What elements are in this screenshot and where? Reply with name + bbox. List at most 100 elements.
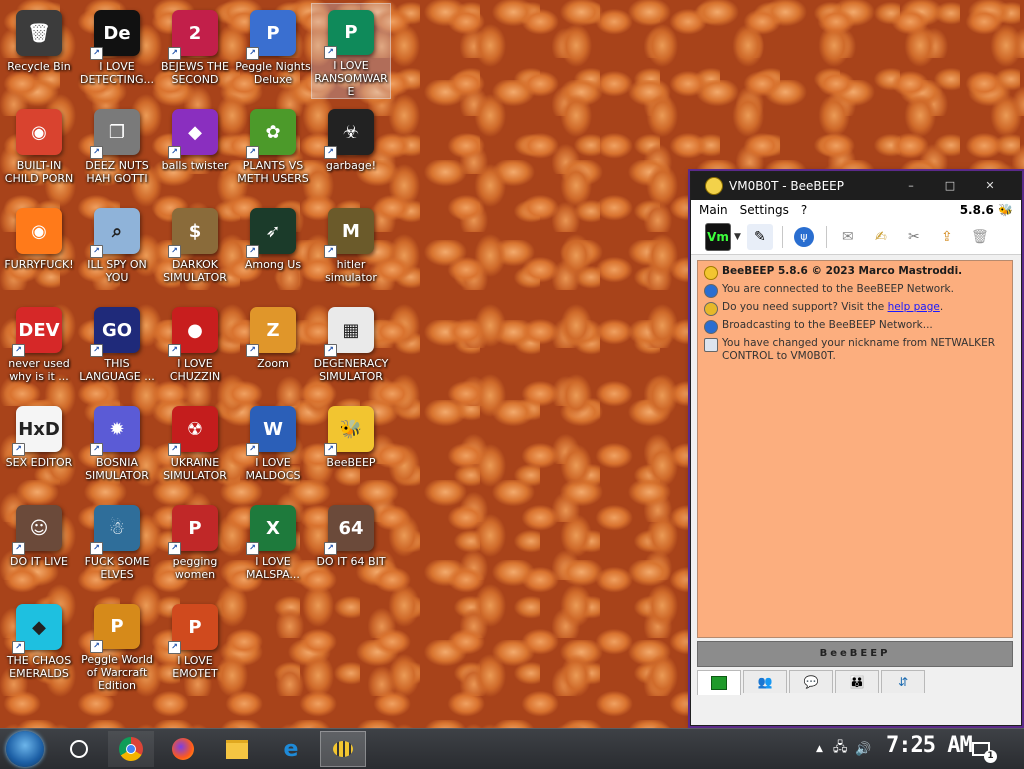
desktop-icon[interactable]: $ ↗ DARKOK SIMULATOR xyxy=(156,202,234,296)
shortcut-arrow-icon: ↗ xyxy=(12,542,25,555)
app-icon: Z ↗ xyxy=(246,307,296,357)
taskbar-chrome[interactable] xyxy=(108,731,154,767)
desktop-icon[interactable]: ☃ ↗ FUCK SOME ELVES xyxy=(78,499,156,593)
minimize-button[interactable]: – xyxy=(896,178,926,194)
tab-groups[interactable]: 👪 xyxy=(835,670,879,693)
desktop-icon-label: I LOVE DETECTING... xyxy=(80,60,154,86)
desktop-icon[interactable]: M ↗ hitler simulator xyxy=(312,202,390,296)
desktop-icon[interactable]: P ↗ I LOVE EMOTET xyxy=(156,598,234,692)
compose-icon[interactable]: ✍ xyxy=(868,224,894,250)
desktop-icon[interactable]: ➶ ↗ Among Us xyxy=(234,202,312,296)
desktop-icon[interactable]: HxD ↗ SEX EDITOR xyxy=(0,400,78,494)
desktop-icon[interactable]: ◉ FURRYFUCK! xyxy=(0,202,78,296)
desktop-icon[interactable]: GO ↗ THIS LANGUAGE ... xyxy=(78,301,156,395)
desktop-icon[interactable]: 🐝 ↗ BeeBEEP xyxy=(312,400,390,494)
desktop-icon[interactable]: 64 ↗ DO IT 64 BIT xyxy=(312,499,390,593)
tab-files[interactable]: ⇵ xyxy=(881,670,925,693)
desktop-icon[interactable]: DEV ↗ never used why is it ... xyxy=(0,301,78,395)
message-text: You are connected to the BeeBEEP Network… xyxy=(722,283,954,295)
notification-count: 1 xyxy=(984,750,997,763)
desktop-icon[interactable]: ● ↗ I LOVE CHUZZIN xyxy=(156,301,234,395)
trash-icon[interactable]: 🗑 xyxy=(967,224,993,250)
app-icon: DEV ↗ xyxy=(12,307,62,357)
desktop-icon[interactable]: ◆ ↗ balls twister xyxy=(156,103,234,197)
broadcast-icon xyxy=(704,320,718,334)
chevron-down-icon[interactable]: ▼ xyxy=(734,232,741,242)
window-title: VM0B0T - BeeBEEP xyxy=(729,179,844,193)
shortcut-arrow-icon: ↗ xyxy=(324,542,337,555)
messages-icon: 💬 xyxy=(803,675,819,689)
tab-chat[interactable] xyxy=(697,670,741,695)
desktop-icon[interactable]: De ↗ I LOVE DETECTING... xyxy=(78,4,156,98)
desktop-icon[interactable]: ✿ ↗ PLANTS VS METH USERS xyxy=(234,103,312,197)
desktop-icon[interactable]: ☣ ↗ garbage! xyxy=(312,103,390,197)
taskbar-edge[interactable]: e xyxy=(268,731,314,767)
app-icon: HxD ↗ xyxy=(12,406,62,456)
chat-message: Do you need support? Visit the help page… xyxy=(704,301,1008,316)
desktop-icon[interactable]: 🗑 Recycle Bin xyxy=(0,4,78,98)
app-icon: ◉ xyxy=(16,208,62,254)
volume-icon[interactable]: 🔊 xyxy=(855,742,871,757)
menu-help[interactable]: ? xyxy=(801,203,807,217)
share-icon[interactable]: ⇪ xyxy=(934,224,960,250)
taskbar-beebeep[interactable] xyxy=(320,731,366,767)
taskbar-firefox[interactable] xyxy=(160,731,206,767)
tab-users[interactable]: 👥 xyxy=(743,670,787,693)
desktop-icon[interactable]: P ↗ Peggle Nights Deluxe xyxy=(234,4,312,98)
desktop-icon[interactable]: 2 ↗ BEJEWS THE SECOND xyxy=(156,4,234,98)
tab-messages[interactable]: 💬 xyxy=(789,670,833,693)
window-titlebar[interactable]: VM0B0T - BeeBEEP – □ ✕ xyxy=(691,172,1021,200)
start-button[interactable] xyxy=(6,731,44,767)
app-icon: P ↗ xyxy=(324,10,374,59)
desktop-icon-label: BUILT-IN CHILD PORN xyxy=(4,159,74,185)
profile-icon xyxy=(704,338,718,352)
desktop-icon[interactable]: ▦ ↗ DEGENERACY SIMULATOR xyxy=(312,301,390,395)
desktop-icon[interactable]: ⌕ ↗ ILL SPY ON YOU xyxy=(78,202,156,296)
message-text: Broadcasting to the BeeBEEP Network... xyxy=(722,319,933,331)
network-icon[interactable]: ψ xyxy=(791,224,817,250)
shortcut-arrow-icon: ↗ xyxy=(90,640,103,653)
desktop-icon[interactable]: W ↗ I LOVE MALDOCS xyxy=(234,400,312,494)
desktop-icon[interactable]: P ↗ Peggle World of Warcraft Edition xyxy=(78,598,156,692)
desktop-icon[interactable]: P ↗ pegging women xyxy=(156,499,234,593)
close-button[interactable]: ✕ xyxy=(975,178,1005,194)
network-tray-icon[interactable]: 🖧 xyxy=(833,738,848,760)
desktop-icon[interactable]: ◉ BUILT-IN CHILD PORN xyxy=(0,103,78,197)
desktop-icon-label: Peggle World of Warcraft Edition xyxy=(81,653,153,692)
desktop-icon[interactable]: ◆ ↗ THE CHAOS EMERALDS xyxy=(0,598,78,692)
mail-icon[interactable]: ✉ xyxy=(835,224,861,250)
toolbar-separator xyxy=(825,226,827,248)
desktop-icon-label: SEX EDITOR xyxy=(5,456,73,469)
shortcut-arrow-icon: ↗ xyxy=(90,47,103,60)
tools-icon[interactable]: ✂ xyxy=(901,224,927,250)
desktop-icon[interactable]: Z ↗ Zoom xyxy=(234,301,312,395)
beebeep-window: VM0B0T - BeeBEEP – □ ✕ Main Settings ? 5… xyxy=(690,171,1022,726)
shortcut-arrow-icon: ↗ xyxy=(246,245,259,258)
maximize-button[interactable]: □ xyxy=(935,178,965,194)
app-icon: ✹ ↗ xyxy=(90,406,140,456)
shortcut-arrow-icon: ↗ xyxy=(12,641,25,654)
cortana-button[interactable] xyxy=(56,731,102,767)
menu-main[interactable]: Main xyxy=(699,203,728,217)
chrome-icon xyxy=(119,737,143,761)
clock[interactable]: 7:25 AM xyxy=(886,733,973,758)
show-hidden-icons-button[interactable]: ▲ xyxy=(816,744,823,754)
message-text: You have changed your nickname from NETW… xyxy=(722,337,995,362)
shortcut-arrow-icon: ↗ xyxy=(90,542,103,555)
desktop-icon-label: DO IT LIVE xyxy=(10,555,68,568)
desktop-icon[interactable]: ☺ ↗ DO IT LIVE xyxy=(0,499,78,593)
taskbar-file-explorer[interactable] xyxy=(214,731,260,767)
action-center[interactable]: 1 xyxy=(972,729,997,769)
desktop-icon[interactable]: ☢ ↗ UKRAINE SIMULATOR xyxy=(156,400,234,494)
menu-settings[interactable]: Settings xyxy=(740,203,789,217)
edit-profile-icon[interactable]: ✎ xyxy=(746,224,773,250)
desktop-icon[interactable]: ❐ ↗ DEEZ NUTS HAH GOTTI xyxy=(78,103,156,197)
shortcut-arrow-icon: ↗ xyxy=(90,344,103,357)
desktop-icon[interactable]: ✹ ↗ BOSNIA SIMULATOR xyxy=(78,400,156,494)
desktop-icon[interactable]: P ↗ I LOVE RANSOMWARE xyxy=(311,3,391,99)
help-page-link[interactable]: help page xyxy=(888,301,940,313)
desktop-icon[interactable]: X ↗ I LOVE MALSPA... xyxy=(234,499,312,593)
shortcut-arrow-icon: ↗ xyxy=(246,146,259,159)
status-button[interactable]: Vm xyxy=(705,223,731,251)
app-icon: ◆ ↗ xyxy=(12,604,62,654)
